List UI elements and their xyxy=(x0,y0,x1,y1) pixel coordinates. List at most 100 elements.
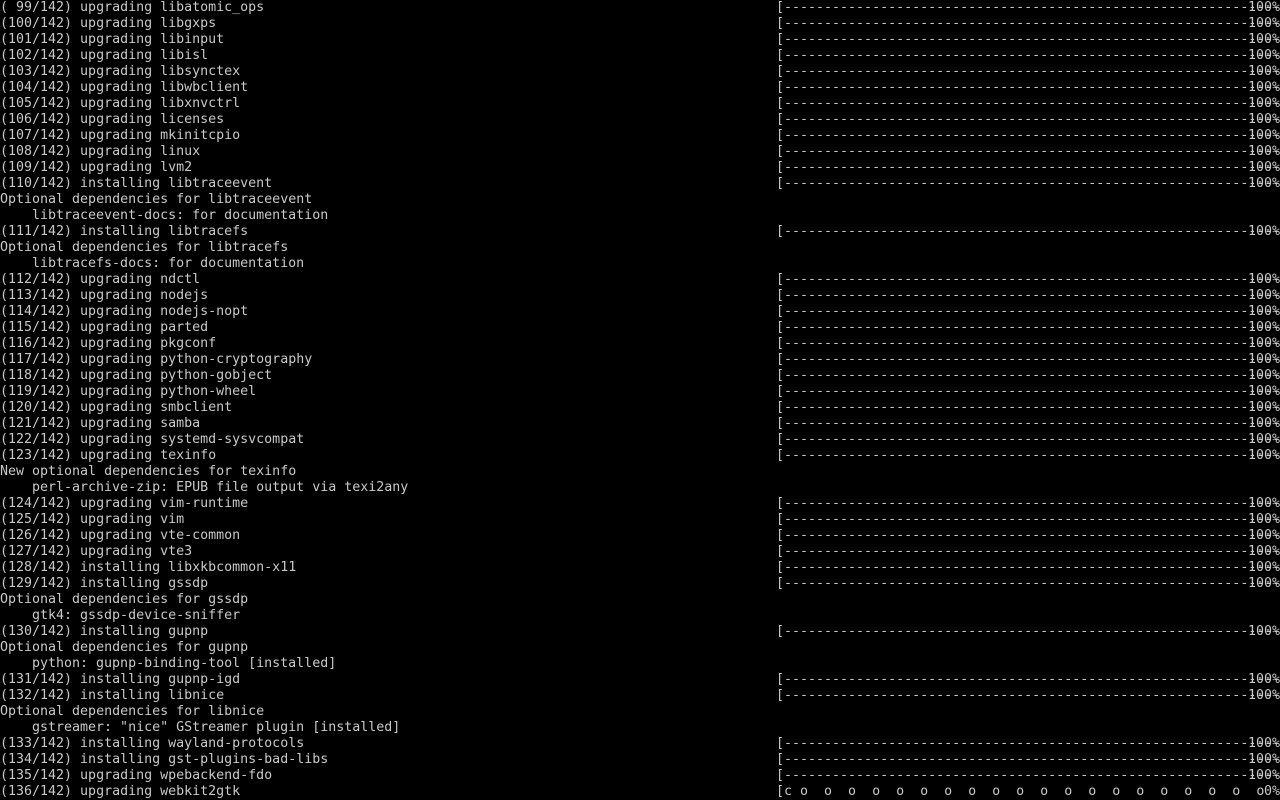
progress-bar: [---------------------------------------… xyxy=(776,736,1280,751)
progress-line: (121/142) upgrading samba [--------------… xyxy=(0,416,1280,432)
line-text: (105/142) upgrading libxnvctrl xyxy=(0,96,241,111)
info-line: Optional dependencies for gupnp xyxy=(0,640,1280,656)
line-text: (121/142) upgrading samba xyxy=(0,416,201,431)
progress-percent: 100% xyxy=(1247,336,1280,351)
progress-bar: [---------------------------------------… xyxy=(776,448,1280,463)
progress-line: (125/142) upgrading vim [----------------… xyxy=(0,512,1280,528)
progress-bar: [---------------------------------------… xyxy=(776,432,1280,447)
line-text: (114/142) upgrading nodejs-nopt xyxy=(0,304,249,319)
progress-percent: 100% xyxy=(1247,16,1280,31)
progress-percent: 100% xyxy=(1247,272,1280,287)
info-line: New optional dependencies for texinfo xyxy=(0,464,1280,480)
line-text: (106/142) upgrading licenses xyxy=(0,112,225,127)
progress-bar: [---------------------------------------… xyxy=(776,768,1280,783)
line-text: (118/142) upgrading python-gobject xyxy=(0,368,273,383)
line-text: (104/142) upgrading libwbclient xyxy=(0,80,249,95)
line-text: (113/142) upgrading nodejs xyxy=(0,288,209,303)
line-text: gstreamer: "nice" GStreamer plugin [inst… xyxy=(32,720,401,735)
line-text: Optional dependencies for libtracefs xyxy=(0,240,289,255)
info-line: Optional dependencies for libtracefs xyxy=(0,240,1280,256)
progress-bar: [---------------------------------------… xyxy=(776,352,1280,367)
progress-percent: 100% xyxy=(1247,560,1280,575)
line-text: (123/142) upgrading texinfo xyxy=(0,448,217,463)
line-text: (107/142) upgrading mkinitcpio xyxy=(0,128,241,143)
progress-percent: 0% xyxy=(1263,784,1280,799)
progress-percent: 100% xyxy=(1247,544,1280,559)
progress-bar: [---------------------------------------… xyxy=(776,416,1280,431)
progress-percent: 100% xyxy=(1247,496,1280,511)
optional-dependency-detail: libtraceevent-docs: for documentation xyxy=(0,208,1280,224)
progress-bar: [---------------------------------------… xyxy=(776,48,1280,63)
line-text: (133/142) installing wayland-protocols xyxy=(0,736,305,751)
line-text: (119/142) upgrading python-wheel xyxy=(0,384,257,399)
progress-line: (114/142) upgrading nodejs-nopt [--------… xyxy=(0,304,1280,320)
progress-line: (108/142) upgrading linux [--------------… xyxy=(0,144,1280,160)
line-text: (116/142) upgrading pkgconf xyxy=(0,336,217,351)
line-text: (136/142) upgrading webkit2gtk xyxy=(0,784,241,799)
line-text: (117/142) upgrading python-cryptography xyxy=(0,352,313,367)
progress-line: (126/142) upgrading vte-common [---------… xyxy=(0,528,1280,544)
progress-line: (119/142) upgrading python-wheel [-------… xyxy=(0,384,1280,400)
progress-bar: [---------------------------------------… xyxy=(776,560,1280,575)
progress-percent: 100% xyxy=(1247,512,1280,527)
progress-line: (105/142) upgrading libxnvctrl [---------… xyxy=(0,96,1280,112)
progress-bar: [---------------------------------------… xyxy=(776,528,1280,543)
line-text: (108/142) upgrading linux xyxy=(0,144,201,159)
line-text: (122/142) upgrading systemd-sysvcompat xyxy=(0,432,305,447)
progress-line: (122/142) upgrading systemd-sysvcompat [-… xyxy=(0,432,1280,448)
progress-percent: 100% xyxy=(1247,400,1280,415)
line-text: (120/142) upgrading smbclient xyxy=(0,400,233,415)
progress-bar: [---------------------------------------… xyxy=(776,224,1280,239)
line-text: (101/142) upgrading libinput xyxy=(0,32,225,47)
progress-percent: 100% xyxy=(1247,320,1280,335)
progress-line: (110/142) installing libtraceevent [-----… xyxy=(0,176,1280,192)
progress-line: (130/142) installing gupnp [-------------… xyxy=(0,624,1280,640)
line-text: python: gupnp-binding-tool [installed] xyxy=(32,656,337,671)
line-text: (134/142) installing gst-plugins-bad-lib… xyxy=(0,752,329,767)
progress-line: (124/142) upgrading vim-runtime [--------… xyxy=(0,496,1280,512)
progress-bar: [---------------------------------------… xyxy=(776,368,1280,383)
progress-line: (102/142) upgrading libisl [-------------… xyxy=(0,48,1280,64)
progress-percent: 100% xyxy=(1247,288,1280,303)
progress-line: (106/142) upgrading licenses [-----------… xyxy=(0,112,1280,128)
progress-percent: 100% xyxy=(1247,688,1280,703)
progress-percent: 100% xyxy=(1247,64,1280,79)
progress-bar: [---------------------------------------… xyxy=(776,112,1280,127)
progress-percent: 100% xyxy=(1247,128,1280,143)
progress-line: (109/142) upgrading lvm2 [---------------… xyxy=(0,160,1280,176)
progress-percent: 100% xyxy=(1247,432,1280,447)
progress-line: (118/142) upgrading python-gobject [-----… xyxy=(0,368,1280,384)
line-text: (129/142) installing gssdp xyxy=(0,576,209,591)
progress-line: (101/142) upgrading libinput [-----------… xyxy=(0,32,1280,48)
progress-bar: [---------------------------------------… xyxy=(776,128,1280,143)
progress-percent: 100% xyxy=(1247,416,1280,431)
progress-line: (115/142) upgrading parted [-------------… xyxy=(0,320,1280,336)
line-text: (130/142) installing gupnp xyxy=(0,624,209,639)
progress-bar: [---------------------------------------… xyxy=(776,32,1280,47)
progress-bar: [---------------------------------------… xyxy=(776,624,1280,639)
progress-bar: [---------------------------------------… xyxy=(776,512,1280,527)
progress-line: (113/142) upgrading nodejs [-------------… xyxy=(0,288,1280,304)
optional-dependency-detail: gstreamer: "nice" GStreamer plugin [inst… xyxy=(0,720,1280,736)
progress-line: (117/142) upgrading python-cryptography [… xyxy=(0,352,1280,368)
progress-bar: [---------------------------------------… xyxy=(776,272,1280,287)
info-line: Optional dependencies for libtraceevent xyxy=(0,192,1280,208)
progress-percent: 100% xyxy=(1247,384,1280,399)
progress-bar: [---------------------------------------… xyxy=(776,64,1280,79)
progress-bar: [---------------------------------------… xyxy=(776,16,1280,31)
progress-bar: [---------------------------------------… xyxy=(776,544,1280,559)
line-text: (102/142) upgrading libisl xyxy=(0,48,209,63)
progress-bar: [---------------------------------------… xyxy=(776,384,1280,399)
line-text: Optional dependencies for libnice xyxy=(0,704,265,719)
progress-line: (131/142) installing gupnp-igd [---------… xyxy=(0,672,1280,688)
progress-line: (133/142) installing wayland-protocols [-… xyxy=(0,736,1280,752)
line-text: (124/142) upgrading vim-runtime xyxy=(0,496,249,511)
progress-percent: 100% xyxy=(1247,144,1280,159)
line-text: (127/142) upgrading vte3 xyxy=(0,544,193,559)
progress-line: (134/142) installing gst-plugins-bad-lib… xyxy=(0,752,1280,768)
line-text: (115/142) upgrading parted xyxy=(0,320,209,335)
progress-line: (123/142) upgrading texinfo [------------… xyxy=(0,448,1280,464)
progress-percent: 100% xyxy=(1247,368,1280,383)
progress-percent: 100% xyxy=(1247,32,1280,47)
progress-bar: [---------------------------------------… xyxy=(776,688,1280,703)
